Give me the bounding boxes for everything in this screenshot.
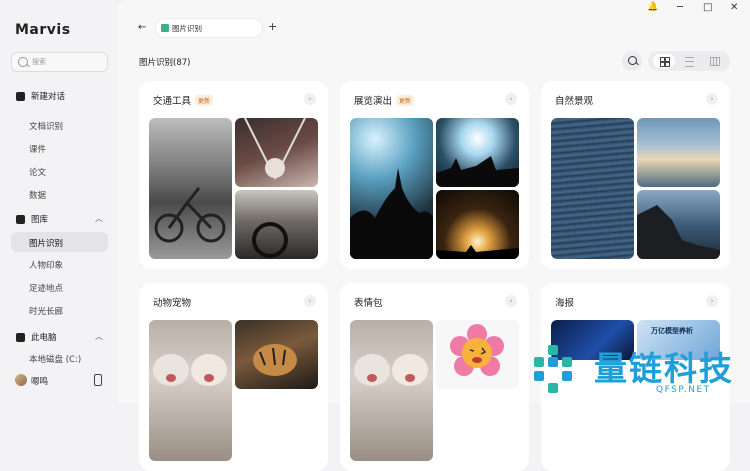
phone-icon[interactable] (94, 374, 102, 386)
add-tab-button[interactable]: + (268, 20, 277, 33)
grid-view-button[interactable] (653, 54, 675, 68)
search-box[interactable]: 搜索 (11, 52, 108, 72)
grid-icon (660, 57, 670, 67)
nav-places[interactable]: 足迹地点 (29, 282, 63, 294)
car-mirror-icon (244, 118, 306, 181)
chevron-up-icon[interactable]: ︿ (95, 213, 103, 224)
card-title: 海报 (555, 298, 575, 309)
photo-concert-2[interactable] (436, 118, 519, 187)
steering-wheel-icon (252, 222, 288, 258)
nav-papers[interactable]: 论文 (29, 166, 46, 178)
close-button[interactable]: ✕ (730, 2, 738, 13)
nav-new-chat[interactable]: 新建对话 (16, 90, 65, 102)
search-icon (628, 56, 637, 65)
card-title: 自然景观 (555, 96, 594, 107)
card-title: 展览演出 (354, 96, 393, 107)
section-title: 图片识别(87) (139, 58, 191, 68)
nav-image-recognition[interactable]: 图片识别 (29, 237, 63, 249)
list-icon (685, 57, 694, 67)
list-view-button[interactable] (678, 54, 700, 68)
monitor-icon (16, 332, 25, 342)
tab-label: 图片识别 (172, 24, 202, 33)
tab-image-recognition[interactable]: 图片识别 (156, 19, 262, 37)
chevron-right-icon[interactable]: › (505, 295, 517, 307)
photo-ocean[interactable] (551, 118, 634, 259)
cat-icon (354, 354, 428, 386)
rock-icon (637, 205, 720, 259)
nav-this-pc-label: 此电脑 (31, 333, 57, 343)
crowd-silhouette-icon (350, 168, 433, 259)
watermark: 量链科技 QFSP.NET (528, 340, 750, 403)
user-name: 嗯鸣 (31, 377, 49, 387)
nav-this-pc[interactable]: 此电脑 (16, 331, 57, 343)
chevron-right-icon[interactable]: › (304, 93, 316, 105)
search-placeholder: 搜索 (32, 58, 46, 66)
photo-cats[interactable] (149, 320, 232, 461)
photo-tiger[interactable] (235, 320, 318, 389)
chevron-right-icon[interactable]: › (304, 295, 316, 307)
maximize-button[interactable]: □ (703, 2, 712, 13)
card-title: 交通工具 (153, 96, 192, 107)
nav-new-chat-label: 新建对话 (31, 92, 66, 102)
chat-icon (16, 91, 25, 101)
update-badge: 更新 (396, 95, 415, 106)
card-title: 表情包 (354, 298, 383, 309)
photo-cats-sticker[interactable] (350, 320, 433, 461)
bell-icon[interactable]: 🔔 (647, 2, 658, 12)
avatar[interactable] (15, 374, 27, 386)
column-view-button[interactable] (703, 54, 725, 68)
nav-courseware[interactable]: 课件 (29, 143, 46, 155)
tiger-icon (253, 344, 297, 376)
nav-gallery[interactable]: 图库 (16, 213, 48, 225)
nav-docs[interactable]: 文档识别 (29, 120, 63, 132)
image-icon (16, 214, 25, 224)
poster-headline: 万亿模型养析 (651, 327, 693, 335)
cat-icon (153, 354, 227, 386)
chevron-right-icon[interactable]: › (505, 93, 517, 105)
hands-silhouette-icon (436, 156, 519, 187)
chevron-right-icon[interactable]: › (706, 93, 718, 105)
stage-icon (436, 245, 519, 259)
sidebar: Marvis 搜索 新建对话 文档识别 课件 论文 数据 图库 ︿ 图片识别 人… (0, 0, 117, 403)
photo-car-interior[interactable] (235, 190, 318, 259)
update-badge: 更新 (195, 95, 214, 106)
back-button[interactable]: ← (138, 22, 146, 33)
photo-motorbike[interactable] (149, 118, 232, 259)
flower-emoji-icon (450, 324, 504, 376)
view-switcher (648, 51, 730, 71)
nav-people[interactable]: 人物印象 (29, 259, 63, 271)
columns-icon (710, 57, 720, 66)
photo-clouds[interactable] (637, 118, 720, 187)
album-card-pets[interactable]: 动物宠物 › (139, 283, 328, 471)
photo-cockpit[interactable] (235, 118, 318, 187)
photo-cliffs[interactable] (637, 190, 720, 259)
minimize-button[interactable]: ─ (677, 2, 683, 13)
watermark-text: 量链科技 (594, 349, 734, 388)
album-card-transport[interactable]: 交通工具 更新 › (139, 81, 328, 269)
nav-timeline[interactable]: 时光长廊 (29, 305, 63, 317)
nav-gallery-label: 图库 (31, 215, 49, 225)
album-card-nature[interactable]: 自然景观 › (541, 81, 730, 269)
search-button[interactable] (622, 51, 642, 71)
card-title: 动物宠物 (153, 298, 192, 309)
image-tab-icon (161, 24, 169, 32)
photo-flower-emoji[interactable] (436, 320, 519, 389)
search-icon (18, 57, 28, 67)
app-title: Marvis (15, 22, 71, 38)
chevron-right-icon[interactable]: › (706, 295, 718, 307)
album-card-stickers[interactable]: 表情包 › (340, 283, 529, 471)
photo-concert-3[interactable] (436, 190, 519, 259)
bicycle-icon (154, 187, 226, 243)
nav-data[interactable]: 数据 (29, 189, 46, 201)
nav-local-disk[interactable]: 本地磁盘 (C:) (29, 353, 81, 365)
watermark-logo (534, 345, 572, 393)
chevron-up-icon[interactable]: ︿ (95, 331, 103, 342)
photo-concert-1[interactable] (350, 118, 433, 259)
album-card-performance[interactable]: 展览演出 更新 › (340, 81, 529, 269)
watermark-subtext: QFSP.NET (656, 385, 711, 395)
